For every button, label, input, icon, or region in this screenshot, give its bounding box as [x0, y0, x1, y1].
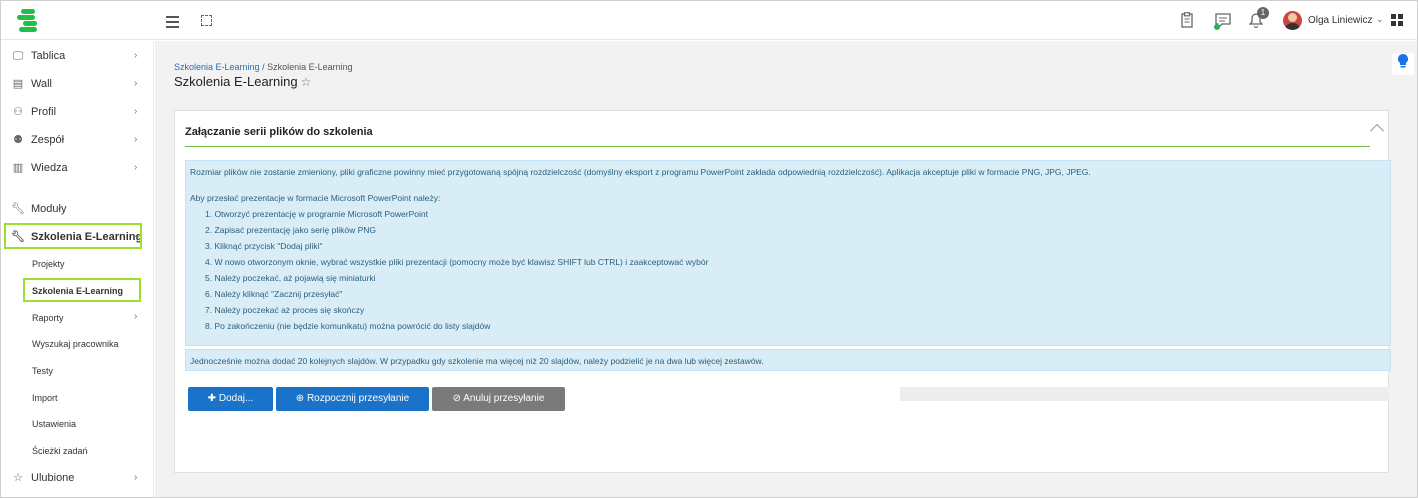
sidebar-item-profil[interactable]: ⚇ Profil › — [1, 98, 154, 126]
button-label: Rozpocznij przesyłanie — [306, 393, 410, 404]
info-text: Aby przesłać prezentacje w formacie Micr… — [190, 193, 441, 203]
sidebar-item-label: Profil — [31, 106, 57, 118]
info-step: 4. W nowo otworzonym oknie, wybrać wszys… — [205, 257, 709, 267]
sidebar-item-label: Ulubione — [31, 472, 75, 484]
upload-progress-bar — [900, 387, 1389, 401]
sidebar-subitem-label: Testy — [32, 366, 54, 376]
sidebar-subitem-projekty[interactable]: Projekty — [1, 251, 154, 277]
sidebar-item-label: Wiedza — [31, 162, 68, 174]
info-box: Rozmiar plików nie zostanie zmieniony, p… — [185, 160, 1391, 346]
sidebar-subitem-testy[interactable]: Testy — [1, 358, 154, 384]
chevron-right-icon: › — [134, 50, 138, 61]
apps-grid-icon[interactable] — [1391, 14, 1403, 26]
sidebar-subitem-label: Import — [32, 393, 58, 403]
sidebar-item-label: Moduły — [31, 203, 67, 215]
chevron-right-icon: › — [134, 311, 138, 322]
breadcrumb-current: / Szkolenia E-Learning — [259, 62, 353, 72]
info-note-box: Jednocześnie można dodać 20 kolejnych sl… — [185, 349, 1391, 371]
info-note: Jednocześnie można dodać 20 kolejnych sl… — [190, 356, 764, 366]
sidebar-item-label: Tablica — [31, 50, 66, 62]
star-icon[interactable]: ☆ — [301, 75, 312, 89]
avatar[interactable] — [1283, 11, 1302, 30]
menu-icon[interactable] — [163, 13, 181, 31]
sidebar: 🖵 Tablica › ▤ Wall › ⚇ Profil › ⚉ Zespół… — [1, 41, 154, 497]
plus-icon: ✚ — [207, 393, 217, 404]
chevron-right-icon: › — [134, 78, 138, 89]
sidebar-subitem-wyszukaj[interactable]: Wyszukaj pracownika — [1, 331, 154, 357]
monitor-icon: 🖵 — [12, 50, 24, 62]
user-icon: ⚇ — [13, 106, 23, 118]
info-step: 1. Otworzyć prezentację w programie Micr… — [205, 209, 428, 219]
chevron-right-icon: › — [134, 162, 138, 173]
add-files-button[interactable]: ✚ Dodaj... — [188, 387, 273, 411]
chevron-right-icon: › — [134, 134, 138, 145]
sidebar-subitem-label: Wyszukaj pracownika — [32, 339, 119, 349]
ban-icon: ⊘ — [452, 393, 461, 404]
info-step: 2. Zapisać prezentację jako serię plików… — [205, 225, 377, 235]
sidebar-item-moduly[interactable]: 🔧︎ Moduły — [1, 195, 154, 223]
upload-card: Załączanie serii plików do szkolenia Roz… — [174, 110, 1391, 473]
info-step: 7. Należy poczekać aż proces się skończy — [205, 305, 365, 315]
highlight-box — [4, 223, 142, 249]
info-text: Rozmiar plików nie zostanie zmieniony, p… — [190, 167, 1091, 177]
lightbulb-icon[interactable] — [1392, 53, 1414, 75]
wrench-icon: 🔧︎ — [11, 203, 25, 215]
team-icon: ⚉ — [13, 134, 23, 146]
info-step: 5. Należy poczekać, aż pojawią się minia… — [205, 273, 376, 283]
sidebar-subitem-label: Raporty — [32, 313, 64, 323]
chevron-right-icon: › — [134, 106, 138, 117]
sidebar-item-label: Zespół — [31, 134, 65, 146]
sidebar-item-wall[interactable]: ▤ Wall › — [1, 70, 154, 98]
upload-icon: ⊕ — [295, 393, 305, 404]
sidebar-subitem-sciezki[interactable]: Ścieżki zadań — [1, 438, 154, 464]
fullscreen-icon[interactable] — [201, 15, 212, 26]
star-icon: ☆ — [13, 472, 23, 484]
app-logo[interactable] — [17, 8, 39, 34]
divider — [185, 146, 1370, 147]
sidebar-item-tablica[interactable]: 🖵 Tablica › — [1, 42, 154, 70]
sidebar-subitem-label: Ścieżki zadań — [32, 446, 88, 456]
breadcrumb: Szkolenia E-Learning / Szkolenia E-Learn… — [174, 62, 353, 72]
breadcrumb-link[interactable]: Szkolenia E-Learning — [174, 62, 260, 72]
button-label: Dodaj... — [218, 393, 254, 404]
sidebar-subitem-label: Ustawienia — [32, 419, 77, 429]
sidebar-subitem-raporty[interactable]: Raporty › — [1, 305, 154, 331]
chevron-down-icon[interactable]: ⌄ — [1376, 14, 1384, 25]
sidebar-subitem-import[interactable]: Import — [1, 385, 154, 411]
sidebar-subitem-ustawienia[interactable]: Ustawienia — [1, 411, 154, 437]
sidebar-item-ulubione[interactable]: ☆ Ulubione › — [1, 464, 154, 492]
notification-badge: 1 — [1257, 7, 1269, 19]
main-content: Szkolenia E-Learning / Szkolenia E-Learn… — [155, 41, 1417, 497]
chat-icon[interactable] — [1213, 12, 1231, 30]
user-name[interactable]: Olga Liniewicz — [1308, 15, 1372, 26]
info-step: 3. Kliknąć przycisk "Dodaj pliki" — [205, 241, 323, 251]
sidebar-item-wiedza[interactable]: ▥ Wiedza › — [1, 154, 154, 182]
page-title-text: Szkolenia E-Learning — [174, 74, 298, 89]
page-title: Szkolenia E-Learning ☆ — [174, 74, 311, 89]
book-icon: ▥ — [12, 162, 24, 174]
highlight-box — [23, 278, 141, 302]
start-upload-button[interactable]: ⊕ Rozpocznij przesyłanie — [276, 387, 429, 411]
chevron-up-icon[interactable] — [1370, 121, 1384, 135]
info-step: 6. Należy kliknąć "Zacznij przesyłać" — [205, 289, 343, 299]
clipboard-icon[interactable] — [1178, 12, 1196, 30]
sidebar-subitem-label: Projekty — [32, 259, 65, 269]
top-bar: 1 Olga Liniewicz ⌄ — [1, 1, 1417, 40]
sidebar-item-zespol[interactable]: ⚉ Zespół › — [1, 126, 154, 154]
cancel-upload-button[interactable]: ⊘ Anuluj przesyłanie — [432, 387, 565, 411]
info-step: 8. Po zakończeniu (nie będzie komunikatu… — [205, 321, 491, 331]
card-title: Załączanie serii plików do szkolenia — [185, 126, 373, 138]
chevron-right-icon: › — [134, 472, 138, 483]
app-window: 1 Olga Liniewicz ⌄ 🖵 Tablica › ▤ Wall › … — [0, 0, 1418, 498]
button-label: Anuluj przesyłanie — [463, 393, 545, 404]
wall-icon: ▤ — [12, 78, 24, 90]
sidebar-item-label: Wall — [31, 78, 52, 90]
